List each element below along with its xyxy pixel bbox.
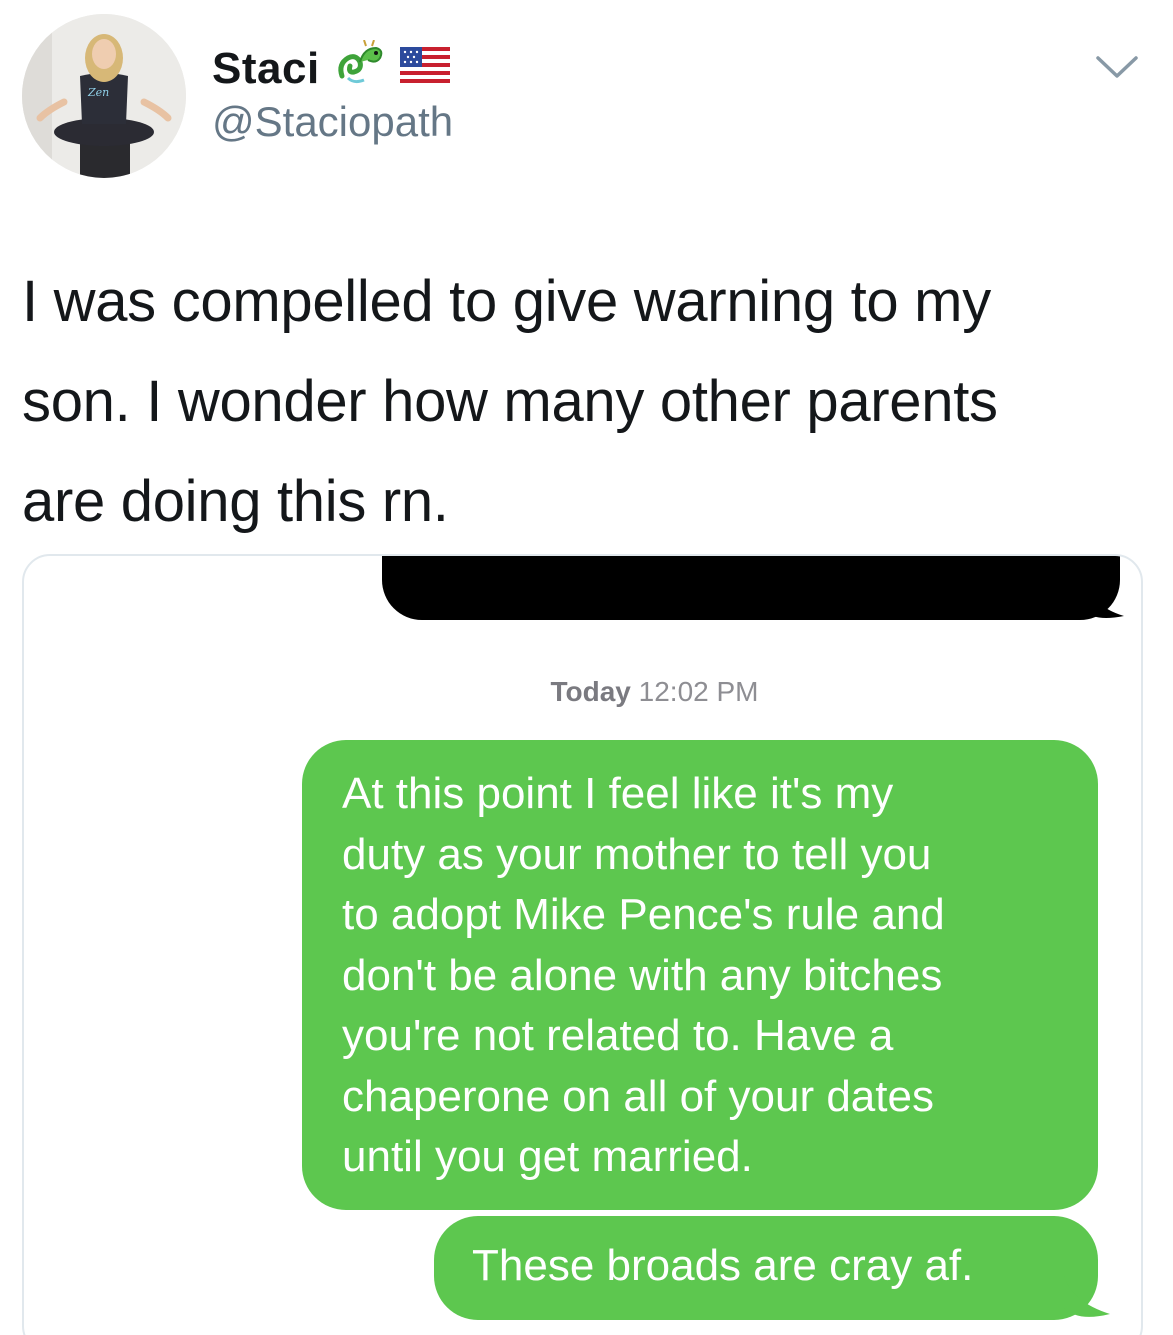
tweet-text-line: I was compelled to give warning to my xyxy=(22,269,991,334)
display-name-text: Staci xyxy=(212,43,320,93)
message-line: chaperone on all of your dates xyxy=(342,1071,934,1121)
timestamp-time: 12:02 PM xyxy=(638,676,759,707)
message-tail-icon xyxy=(1064,1276,1110,1317)
author-handle[interactable]: @Staciopath xyxy=(212,98,453,146)
tweet-text-line: son. I wonder how many other parents xyxy=(22,369,998,434)
message-line: At this point I feel like it's my xyxy=(342,769,894,818)
tweet-text-line: are doing this rn. xyxy=(22,469,449,534)
message-tail-icon xyxy=(1084,576,1124,618)
us-flag-emoji-icon xyxy=(399,44,450,94)
dragon-emoji-icon xyxy=(334,39,386,97)
message-timestamp: Today 12:02 PM xyxy=(24,676,1141,708)
avatar[interactable]: Zen xyxy=(22,14,186,178)
timestamp-day: Today xyxy=(550,676,631,707)
svg-text:Zen: Zen xyxy=(87,86,109,99)
chevron-down-icon[interactable] xyxy=(1092,52,1142,82)
message-line: you're not related to. Have a xyxy=(342,1011,894,1060)
message-line: until you get married. xyxy=(342,1132,753,1181)
sent-message-bubble: These broads are cray af. xyxy=(434,1216,1098,1320)
message-line: don't be alone with any bitches xyxy=(342,950,943,1000)
author-display-name[interactable]: Staci xyxy=(212,39,450,97)
tweet-text: I was compelled to give warning to my so… xyxy=(22,252,1142,552)
redacted-message-bubble xyxy=(382,556,1120,620)
message-line: duty as your mother to tell you xyxy=(342,829,932,879)
sent-message-bubble: At this point I feel like it's my duty a… xyxy=(302,740,1098,1210)
tweet-card: Zen Staci @Staciopath I was compelled to… xyxy=(0,0,1173,1335)
media-image[interactable]: Today 12:02 PM At this point I feel like… xyxy=(22,554,1143,1335)
message-line: to adopt Mike Pence's rule and xyxy=(342,890,945,939)
